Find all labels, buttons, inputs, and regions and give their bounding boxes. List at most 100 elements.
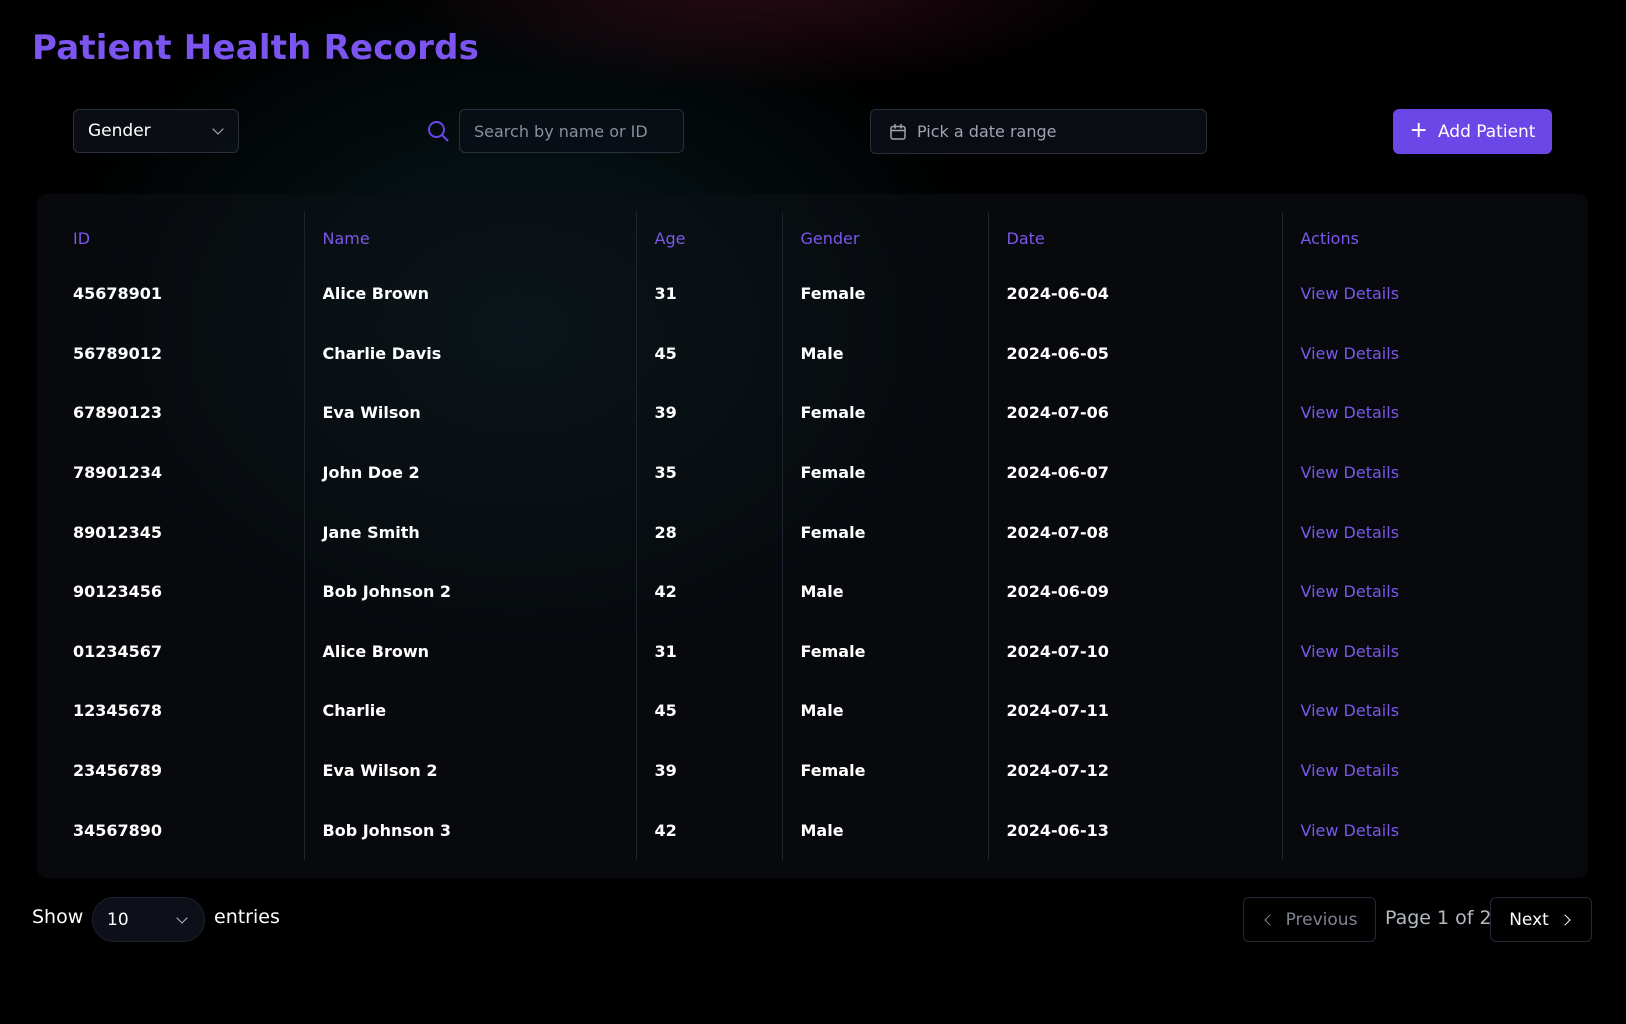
show-label: Show — [32, 906, 84, 928]
cell-age: 45 — [635, 681, 782, 741]
cell-age: 35 — [635, 442, 782, 503]
cell-id: 34567890 — [73, 820, 163, 840]
cell-gender: Female — [781, 264, 988, 324]
table-row: 12345678 Charlie 45 Male 2024-07-11 View… — [37, 681, 1588, 741]
cell-gender: Male — [781, 323, 988, 384]
table-row: 67890123 Eva Wilson 39 Female 2024-07-06… — [37, 383, 1588, 443]
column-header-id[interactable]: ID — [37, 212, 304, 264]
cell-gender: Female — [781, 740, 988, 801]
date-range-placeholder: Pick a date range — [917, 122, 1057, 141]
cell-name: Eva Wilson — [303, 383, 636, 443]
cell-date: 2024-07-08 — [987, 502, 1282, 562]
table-row: 90123456 Bob Johnson 2 42 Male 2024-06-0… — [37, 561, 1588, 622]
entries-value: 10 — [107, 909, 129, 930]
column-header-gender[interactable]: Gender — [781, 212, 988, 264]
view-details-link[interactable]: View Details — [1281, 800, 1588, 860]
search-input[interactable] — [459, 109, 684, 153]
chevron-down-icon — [176, 911, 188, 924]
table-row: 01234567 Alice Brown 31 Female 2024-07-1… — [37, 621, 1588, 682]
cell-date: 2024-06-09 — [987, 561, 1282, 622]
table-row: 45678901 Alice Brown 31 Female 2024-06-0… — [37, 264, 1588, 324]
next-page-button[interactable]: Next — [1490, 897, 1592, 942]
cell-gender: Female — [781, 442, 988, 503]
cell-id: 12345678 — [73, 701, 163, 721]
view-details-link[interactable]: View Details — [1281, 442, 1588, 503]
cell-name: Charlie — [303, 681, 636, 741]
view-details-link[interactable]: View Details — [1281, 502, 1588, 562]
patients-table-card: ID Name Age Gender Date Actions 45678901… — [37, 194, 1588, 878]
add-patient-label: Add Patient — [1437, 121, 1536, 142]
cell-id: 89012345 — [73, 522, 163, 542]
cell-gender: Male — [781, 681, 988, 741]
view-details-link[interactable]: View Details — [1281, 681, 1588, 741]
view-details-link[interactable]: View Details — [1281, 264, 1588, 324]
cell-id: 01234567 — [73, 641, 163, 661]
cell-id: 56789012 — [73, 343, 163, 363]
next-label: Next — [1509, 909, 1549, 930]
cell-date: 2024-07-06 — [987, 383, 1282, 443]
cell-gender: Female — [781, 502, 988, 562]
cell-date: 2024-07-10 — [987, 621, 1282, 682]
cell-id: 23456789 — [73, 761, 163, 781]
chevron-down-icon — [212, 123, 224, 135]
gender-filter-label: Gender — [88, 121, 151, 141]
cell-age: 31 — [635, 621, 782, 682]
cell-age: 42 — [635, 800, 782, 860]
cell-name: Alice Brown — [303, 621, 636, 682]
cell-date: 2024-07-11 — [987, 681, 1282, 741]
chevron-right-icon — [1559, 913, 1571, 926]
cell-age: 39 — [635, 740, 782, 801]
gender-filter-select[interactable]: Gender — [73, 109, 239, 153]
page: Patient Health Records Gender Pick a dat… — [0, 0, 1626, 1024]
cell-date: 2024-06-05 — [987, 323, 1282, 384]
cell-gender: Male — [781, 800, 988, 860]
table-row: 78901234 John Doe 2 35 Female 2024-06-07… — [37, 442, 1588, 503]
cell-date: 2024-07-12 — [987, 740, 1282, 801]
cell-name: Charlie Davis — [303, 323, 636, 384]
cell-gender: Female — [781, 383, 988, 443]
view-details-link[interactable]: View Details — [1281, 323, 1588, 384]
view-details-link[interactable]: View Details — [1281, 383, 1588, 443]
cell-id: 45678901 — [73, 284, 163, 304]
cell-id: 67890123 — [73, 403, 163, 423]
column-header-date[interactable]: Date — [987, 212, 1282, 264]
cell-name: Alice Brown — [303, 264, 636, 324]
plus-icon: + — [1409, 117, 1428, 143]
cell-age: 28 — [635, 502, 782, 562]
cell-date: 2024-06-13 — [987, 800, 1282, 860]
table-row: 23456789 Eva Wilson 2 39 Female 2024-07-… — [37, 740, 1588, 801]
table-row: 56789012 Charlie Davis 45 Male 2024-06-0… — [37, 323, 1588, 384]
table-header-row: ID Name Age Gender Date Actions — [37, 212, 1588, 264]
date-range-picker[interactable]: Pick a date range — [870, 109, 1207, 154]
patients-table: ID Name Age Gender Date Actions 45678901… — [37, 212, 1588, 860]
column-header-name[interactable]: Name — [303, 212, 636, 264]
cell-id: 90123456 — [73, 582, 163, 602]
cell-date: 2024-06-04 — [987, 264, 1282, 324]
add-patient-button[interactable]: + Add Patient — [1393, 109, 1552, 154]
cell-name: John Doe 2 — [303, 442, 636, 503]
column-header-actions: Actions — [1281, 212, 1588, 264]
calendar-icon — [890, 123, 906, 140]
cell-age: 39 — [635, 383, 782, 443]
cell-age: 31 — [635, 264, 782, 324]
page-title: Patient Health Records — [32, 28, 480, 68]
previous-label: Previous — [1285, 909, 1358, 930]
cell-gender: Female — [781, 621, 988, 682]
cell-age: 45 — [635, 323, 782, 384]
cell-id: 78901234 — [73, 463, 163, 483]
chevron-left-icon — [1263, 913, 1276, 926]
previous-page-button[interactable]: Previous — [1243, 897, 1376, 942]
cell-name: Eva Wilson 2 — [303, 740, 636, 801]
column-header-age[interactable]: Age — [635, 212, 782, 264]
table-row: 34567890 Bob Johnson 3 42 Male 2024-06-1… — [37, 800, 1588, 860]
search-icon — [428, 121, 449, 142]
view-details-link[interactable]: View Details — [1281, 561, 1588, 622]
cell-name: Bob Johnson 2 — [303, 561, 636, 622]
view-details-link[interactable]: View Details — [1281, 621, 1588, 682]
view-details-link[interactable]: View Details — [1281, 740, 1588, 801]
cell-gender: Male — [781, 561, 988, 622]
table-row: 89012345 Jane Smith 28 Female 2024-07-08… — [37, 502, 1588, 562]
cell-age: 42 — [635, 561, 782, 622]
cell-date: 2024-06-07 — [987, 442, 1282, 503]
entries-per-page-select[interactable]: 10 — [92, 897, 205, 942]
